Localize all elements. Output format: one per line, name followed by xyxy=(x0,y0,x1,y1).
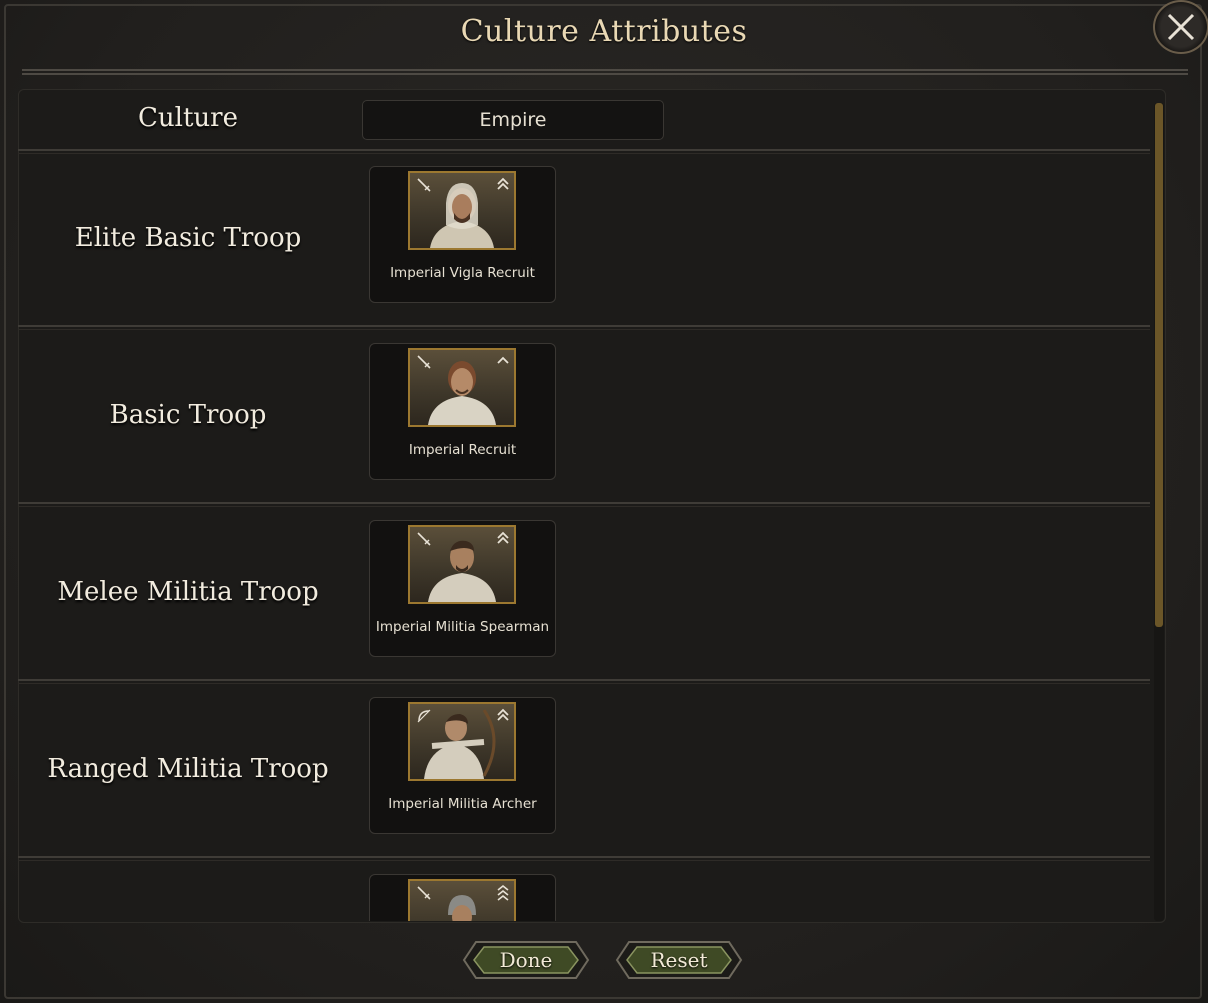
troop-row-ranged-militia: Ranged Militia Troop Imperial Militia Ar… xyxy=(18,686,1150,856)
troop-card[interactable]: Imperial Recruit xyxy=(369,343,556,480)
double-chevron-icon xyxy=(497,531,509,544)
troop-portrait xyxy=(408,348,516,427)
row-divider xyxy=(18,679,1150,684)
title-divider xyxy=(22,69,1188,75)
window-title: Culture Attributes xyxy=(460,14,748,49)
troop-portrait xyxy=(408,702,516,781)
culture-selector[interactable]: Empire xyxy=(362,100,664,140)
row-label: Basic Troop xyxy=(109,400,267,430)
culture-attributes-panel: Culture Attributes Culture Empire Elite … xyxy=(0,0,1208,1003)
culture-row: Culture Empire xyxy=(18,89,1150,149)
sword-icon xyxy=(417,178,431,192)
sword-icon xyxy=(417,886,431,900)
troop-card[interactable]: Imperial Vigla Recruit xyxy=(369,166,556,303)
triple-chevron-icon xyxy=(497,884,509,901)
troop-name: Imperial Militia Spearman xyxy=(375,619,550,635)
troop-row-melee-militia: Melee Militia Troop Imperial Militia Spe… xyxy=(18,509,1150,679)
row-divider xyxy=(18,149,1150,154)
troop-row-partial xyxy=(18,863,1150,921)
troop-portrait xyxy=(408,879,516,921)
troop-card[interactable] xyxy=(369,874,556,921)
troop-card[interactable]: Imperial Militia Spearman xyxy=(369,520,556,657)
scrollbar-thumb[interactable] xyxy=(1155,103,1163,627)
double-chevron-icon xyxy=(497,708,509,721)
troop-name: Imperial Vigla Recruit xyxy=(390,265,535,281)
done-button[interactable]: Done xyxy=(462,940,590,980)
reset-label: Reset xyxy=(650,948,708,972)
row-divider xyxy=(18,502,1150,507)
sword-icon xyxy=(417,532,431,546)
row-label: Ranged Militia Troop xyxy=(47,754,329,784)
troop-portrait xyxy=(408,525,516,604)
row-label: Elite Basic Troop xyxy=(74,223,302,253)
row-divider xyxy=(18,856,1150,861)
reset-button[interactable]: Reset xyxy=(615,940,743,980)
troop-portrait xyxy=(408,171,516,250)
troop-row-basic: Basic Troop Imperial Recruit xyxy=(18,332,1150,502)
row-label: Melee Militia Troop xyxy=(57,577,319,607)
troop-card[interactable]: Imperial Militia Archer xyxy=(369,697,556,834)
troop-name: Imperial Recruit xyxy=(408,442,517,458)
troop-row-elite-basic: Elite Basic Troop Imperial Vigla Recruit xyxy=(18,155,1150,325)
done-label: Done xyxy=(499,948,553,972)
sword-icon xyxy=(417,355,431,369)
close-button[interactable] xyxy=(1153,0,1208,54)
culture-label: Culture xyxy=(138,103,238,133)
close-icon xyxy=(1167,13,1195,41)
row-divider xyxy=(18,325,1150,330)
single-chevron-icon xyxy=(497,356,509,364)
double-chevron-icon xyxy=(497,177,509,190)
bow-icon xyxy=(417,709,431,723)
troop-name: Imperial Militia Archer xyxy=(388,796,537,812)
